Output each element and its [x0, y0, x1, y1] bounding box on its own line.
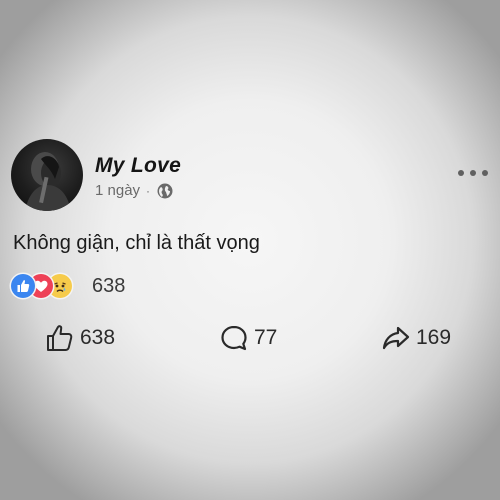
comment-button[interactable]: 77 — [218, 320, 277, 356]
globe-icon — [157, 183, 173, 198]
share-button[interactable]: 169 — [380, 320, 451, 356]
post-time[interactable]: 1 ngày — [95, 182, 140, 199]
comment-icon — [221, 325, 247, 351]
meta-separator: · — [146, 183, 151, 198]
post-card: My Love 1 ngày · Không giận, chỉ là thất… — [0, 0, 500, 500]
share-count: 169 — [416, 326, 452, 349]
post-meta: 1 ngày · — [95, 182, 173, 199]
more-options-button[interactable] — [458, 167, 488, 179]
more-dot-icon — [470, 170, 476, 176]
action-bar: 638 77 169 — [0, 320, 500, 356]
more-dot-icon — [458, 170, 464, 176]
avatar-image — [25, 152, 71, 211]
reaction-count: 638 — [92, 274, 126, 297]
like-icon — [11, 274, 35, 298]
share-arrow-icon — [382, 326, 410, 350]
author-name[interactable]: My Love — [95, 154, 181, 178]
reactions-summary[interactable]: 638 — [11, 273, 125, 299]
post-text: Không giận, chỉ là thất vọng — [13, 232, 260, 254]
like-button[interactable]: 638 — [44, 320, 115, 356]
avatar[interactable] — [11, 139, 83, 211]
reaction-icons — [11, 273, 89, 299]
more-dot-icon — [482, 170, 488, 176]
like-count: 638 — [80, 326, 116, 349]
comment-count: 77 — [254, 326, 278, 349]
thumbs-up-icon — [47, 325, 73, 351]
